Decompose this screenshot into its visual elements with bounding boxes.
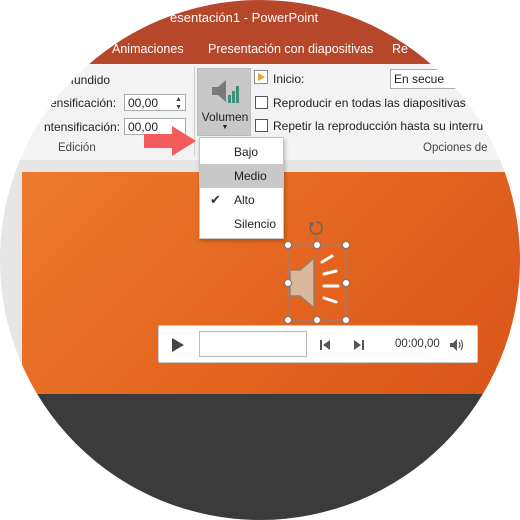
fade-out-label: ntensificación: bbox=[44, 120, 121, 134]
menu-item-mute[interactable]: Silencio bbox=[200, 212, 283, 236]
pointer-arrow-icon bbox=[144, 126, 196, 156]
volume-button-label: Volumen bbox=[201, 110, 249, 124]
volume-button[interactable]: Volumen ▼ bbox=[197, 68, 251, 136]
chevron-down-icon: ▼ bbox=[221, 124, 229, 131]
audio-selection-frame[interactable] bbox=[276, 218, 356, 328]
window-title: esentación1 - PowerPoint bbox=[170, 10, 319, 25]
play-across-checkbox[interactable] bbox=[255, 96, 268, 109]
media-player: 00:00,00 bbox=[158, 325, 478, 363]
resize-handle[interactable] bbox=[342, 316, 350, 324]
playback-time: 00:00,00 bbox=[395, 338, 440, 350]
spin-up-icon[interactable]: ▲ bbox=[175, 96, 182, 103]
menu-item-high[interactable]: ✔ Alto bbox=[200, 188, 283, 212]
edit-group-label: Edición bbox=[58, 142, 96, 154]
checkmark-icon: ✔ bbox=[210, 192, 221, 207]
resize-handle[interactable] bbox=[284, 279, 292, 287]
resize-handle[interactable] bbox=[313, 241, 321, 249]
play-across-label: Reproducir en todas las diapositivas bbox=[273, 96, 466, 110]
loop-label: Repetir la reproducción hasta su interru bbox=[273, 119, 484, 133]
options-group-label: Opciones de bbox=[423, 142, 488, 154]
tab-slideshow[interactable]: Presentación con diapositivas bbox=[208, 42, 373, 56]
resize-handle[interactable] bbox=[342, 279, 350, 287]
fade-in-label: ensificación: bbox=[50, 96, 117, 110]
title-bar: esentación1 - PowerPoint bbox=[0, 0, 520, 36]
menu-item-low[interactable]: Bajo bbox=[200, 140, 283, 164]
skip-back-icon[interactable] bbox=[319, 339, 331, 351]
resize-handle[interactable] bbox=[342, 241, 350, 249]
start-select-value: En secue bbox=[394, 72, 445, 86]
slide-footer-band bbox=[0, 394, 520, 520]
volume-menu: Bajo Medio ✔ Alto Silencio bbox=[199, 137, 284, 239]
tab-animations[interactable]: Animaciones bbox=[112, 42, 184, 56]
skip-forward-icon[interactable] bbox=[353, 339, 365, 351]
screenshot-circle: esentación1 - PowerPoint Animaciones Pre… bbox=[0, 0, 520, 520]
fade-in-field[interactable]: 00,00 ▲ ▼ bbox=[124, 94, 186, 111]
resize-handle[interactable] bbox=[313, 316, 321, 324]
fade-in-value: 00,00 bbox=[128, 96, 159, 110]
fade-duration-label: le fundido bbox=[58, 73, 111, 87]
menu-item-medium[interactable]: Medio bbox=[200, 164, 283, 188]
progress-bar[interactable] bbox=[199, 331, 307, 357]
resize-handle[interactable] bbox=[284, 241, 292, 249]
resize-handle[interactable] bbox=[284, 316, 292, 324]
loop-checkbox[interactable] bbox=[255, 119, 268, 132]
spin-down-icon[interactable]: ▼ bbox=[175, 104, 182, 111]
play-start-icon bbox=[254, 70, 268, 84]
start-label: Inicio: bbox=[273, 72, 305, 86]
start-select[interactable]: En secue bbox=[390, 69, 520, 89]
ribbon-tabs: Animaciones Presentación con diapositiva… bbox=[0, 36, 520, 64]
volume-icon[interactable] bbox=[449, 338, 465, 352]
tab-review[interactable]: Re bbox=[392, 42, 408, 56]
play-icon[interactable] bbox=[171, 337, 185, 353]
speaker-volume-icon bbox=[212, 80, 239, 103]
